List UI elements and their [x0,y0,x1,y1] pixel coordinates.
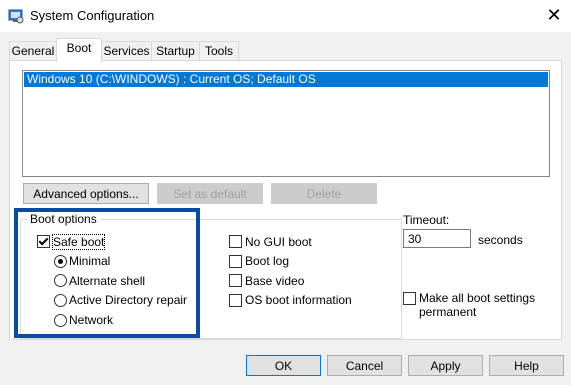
timeout-input[interactable]: 30 [403,229,471,248]
help-button[interactable]: Help [489,355,564,376]
timeout-label: Timeout: [403,213,450,227]
system-configuration-window: System Configuration ✕ General Boot Serv… [0,0,571,385]
boot-log-checkbox[interactable] [229,255,242,268]
os-boot-information-checkbox[interactable] [229,294,242,307]
tab-startup[interactable]: Startup [151,41,200,61]
no-gui-boot-checkbox[interactable] [229,235,242,248]
close-icon: ✕ [546,5,562,25]
tab-general[interactable]: General [9,41,57,61]
base-video-checkbox[interactable] [229,274,242,287]
ok-button[interactable]: OK [246,355,321,376]
tab-services[interactable]: Services [101,41,152,61]
boot-entry-row[interactable]: Windows 10 (C:\WINDOWS) : Current OS; De… [24,72,548,87]
make-permanent-label-line1: Make all boot settings [419,291,536,305]
timeout-unit-label: seconds [478,233,523,247]
title-bar: System Configuration ✕ [0,0,571,32]
cancel-button[interactable]: Cancel [327,355,402,376]
tab-boot[interactable]: Boot [56,38,102,62]
close-button[interactable]: ✕ [543,4,565,26]
make-permanent-checkbox[interactable] [403,292,416,305]
tab-tools[interactable]: Tools [199,41,239,61]
make-permanent-label-line2: permanent [419,305,477,319]
apply-button[interactable]: Apply [408,355,483,376]
boot-options-highlight-frame [14,208,200,338]
set-as-default-button[interactable]: Set as default [157,183,263,204]
base-video-label: Base video [245,274,305,288]
delete-button[interactable]: Delete [271,183,377,204]
window-title: System Configuration [30,8,155,23]
no-gui-boot-label: No GUI boot [245,235,312,249]
boot-entries-list[interactable]: Windows 10 (C:\WINDOWS) : Current OS; De… [22,70,550,177]
boot-log-label: Boot log [245,254,290,268]
os-boot-information-label: OS boot information [245,293,352,307]
msconfig-app-icon [8,9,24,24]
advanced-options-button[interactable]: Advanced options... [23,183,149,204]
